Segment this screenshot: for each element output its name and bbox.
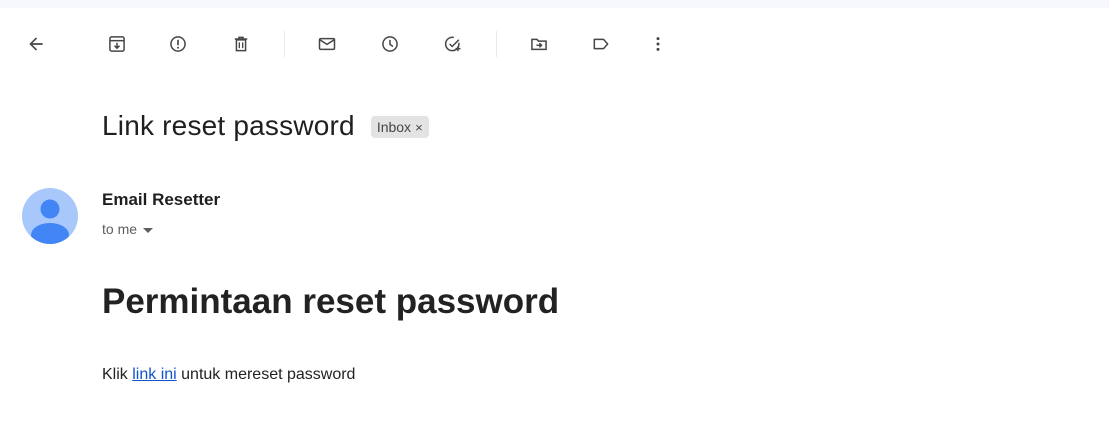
body-text-suffix: untuk mereset password [176, 366, 356, 383]
top-divider [0, 0, 1109, 8]
label-chip-inbox[interactable]: Inbox × [370, 116, 429, 138]
caret-down-icon [143, 227, 154, 233]
add-to-tasks-icon [444, 36, 461, 52]
email-toolbar [0, 24, 1109, 64]
archive-icon [109, 36, 125, 52]
email-body-heading: Permintaan reset password [102, 282, 560, 321]
mark-unread-button[interactable] [307, 24, 347, 64]
snooze-icon [382, 36, 398, 52]
email-body-text: Klik link ini untuk mereset password [102, 366, 355, 384]
recipient-label: to me [102, 221, 138, 237]
report-spam-button[interactable] [158, 24, 198, 64]
subject-row: Link reset password Inbox × [102, 106, 429, 146]
snooze-button[interactable] [370, 24, 410, 64]
label-button[interactable] [581, 24, 621, 64]
delete-icon [234, 36, 248, 52]
body-text-prefix: Klik [102, 366, 133, 383]
avatar[interactable] [22, 188, 78, 244]
toolbar-separator [284, 31, 285, 57]
more-options-button[interactable] [638, 24, 678, 64]
label-icon [593, 38, 609, 50]
default-avatar-icon [31, 199, 69, 244]
report-spam-icon [170, 36, 186, 52]
sender-name[interactable]: Email Resetter [102, 190, 220, 210]
move-to-button[interactable] [519, 24, 559, 64]
label-chip-text: Inbox [376, 119, 412, 135]
move-to-icon [531, 38, 547, 51]
back-button[interactable] [16, 24, 56, 64]
add-to-tasks-button[interactable] [433, 24, 473, 64]
archive-button[interactable] [97, 24, 137, 64]
remove-label-icon[interactable]: × [415, 120, 423, 135]
reset-password-link[interactable]: link ini [132, 366, 176, 383]
email-subject: Link reset password [102, 110, 355, 141]
delete-button[interactable] [221, 24, 261, 64]
arrow-back-icon [29, 37, 43, 51]
mark-unread-icon [318, 37, 336, 51]
more-vert-icon [656, 37, 660, 51]
toolbar-separator [496, 31, 497, 57]
recipient-details-toggle[interactable]: to me [102, 221, 154, 237]
